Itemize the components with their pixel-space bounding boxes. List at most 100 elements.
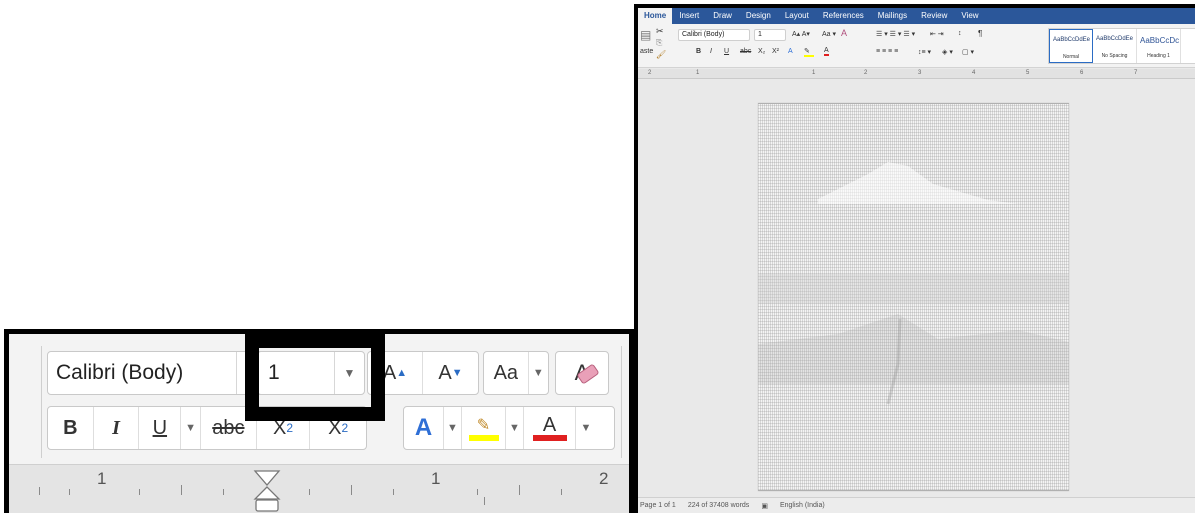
group-divider xyxy=(41,346,42,458)
language-indicator[interactable]: English (India) xyxy=(780,502,825,509)
zoomed-font-panel: Calibri (Body) ▼ 1 ▼ A ▲ A ▼ Aa ▼ B I U … xyxy=(4,329,634,513)
italic-label: I xyxy=(112,416,120,439)
underline-label: U xyxy=(152,416,168,439)
change-case-label: Aa xyxy=(493,361,519,384)
chevron-down-icon[interactable]: ▼ xyxy=(506,407,524,449)
change-case-icon[interactable]: Aa ▾ xyxy=(822,30,836,38)
superscript-icon[interactable]: X² xyxy=(772,48,779,55)
ruler-label: 2 xyxy=(648,70,652,76)
strikethrough-icon[interactable]: abc xyxy=(740,48,751,55)
style-preview: AaBbCcDc xyxy=(1140,36,1180,45)
copy-icon[interactable]: ⎘ xyxy=(656,38,662,48)
word-window: Home Insert Draw Design Layout Reference… xyxy=(634,4,1195,513)
cut-icon[interactable]: ✂ xyxy=(656,26,664,37)
horizontal-ruler[interactable]: 2 1 1 2 3 4 5 6 7 xyxy=(638,69,1195,79)
ruler-label: 4 xyxy=(972,70,976,76)
sort-icon[interactable]: ↕ xyxy=(958,30,962,37)
superscript-digit: 2 xyxy=(341,421,349,435)
ruler-label: 1 xyxy=(812,70,816,76)
paste-icon[interactable]: ▤ xyxy=(640,28,651,42)
tab-layout[interactable]: Layout xyxy=(778,8,816,24)
word-count[interactable]: 224 of 37408 words xyxy=(688,502,750,509)
bold-button[interactable]: B xyxy=(48,407,94,449)
style-name: Heading 1 xyxy=(1147,53,1170,59)
ruler-label: 6 xyxy=(1080,70,1084,76)
zoomed-ruler[interactable]: 1 1 2 xyxy=(9,464,629,513)
style-name: No Spacing xyxy=(1101,53,1128,59)
bold-label: B xyxy=(63,416,78,439)
chevron-down-icon[interactable]: ▼ xyxy=(529,352,548,394)
text-effects-icon[interactable]: A xyxy=(788,48,793,55)
underline-button[interactable]: U xyxy=(139,407,182,449)
styles-gallery: AaBbCcDdEe Normal AaBbCcDdEe No Spacing … xyxy=(1048,28,1195,64)
zoomed-ribbon: Calibri (Body) ▼ 1 ▼ A ▲ A ▼ Aa ▼ B I U … xyxy=(9,334,629,464)
shrink-font-label: A xyxy=(438,361,452,384)
chevron-down-icon[interactable]: ▼ xyxy=(576,407,596,449)
font-name-dropdown[interactable]: Calibri (Body) ▼ xyxy=(47,351,267,395)
tab-references[interactable]: References xyxy=(816,8,871,24)
status-bar: Page 1 of 1 224 of 37408 words ▣ English… xyxy=(638,497,1195,513)
font-color-icon[interactable]: A xyxy=(824,47,829,56)
group-divider xyxy=(621,346,622,458)
chevron-down-icon[interactable]: ▼ xyxy=(181,407,202,449)
font-size-dropdown[interactable]: 1 xyxy=(754,29,786,41)
align-icons[interactable]: ≡ ≡ ≡ ≡ xyxy=(876,48,898,55)
document-page[interactable] xyxy=(758,103,1069,491)
eraser-icon: A xyxy=(556,352,608,394)
style-no-spacing[interactable]: AaBbCcDdEe No Spacing xyxy=(1093,29,1137,63)
subscript-icon[interactable]: X₂ xyxy=(758,48,765,55)
tab-draw[interactable]: Draw xyxy=(706,8,739,24)
caret-down-icon: ▼ xyxy=(451,367,463,379)
indent-icon[interactable]: ⇤ ⇥ xyxy=(930,30,944,38)
text-effects-label: A xyxy=(414,414,433,441)
borders-icon[interactable]: ▢ ▾ xyxy=(962,48,974,56)
style-name: Normal xyxy=(1062,54,1080,60)
ruler-label: 5 xyxy=(1026,70,1030,76)
italic-icon[interactable]: I xyxy=(710,48,712,55)
ascii-art-image xyxy=(758,162,1069,405)
highlight-color-button[interactable]: ✎ xyxy=(462,407,506,449)
ruler-label: 2 xyxy=(864,70,868,76)
underline-icon[interactable]: U xyxy=(724,48,729,55)
ruler-label: 1 xyxy=(431,469,441,488)
page-count[interactable]: Page 1 of 1 xyxy=(640,502,676,509)
clear-formatting-button[interactable]: A xyxy=(555,351,609,395)
caret-up-icon: ▲ xyxy=(396,367,408,379)
change-case-icon: Aa xyxy=(484,352,529,394)
strikethrough-label: abc xyxy=(212,416,245,439)
tab-review[interactable]: Review xyxy=(914,8,954,24)
bold-icon[interactable]: B xyxy=(696,48,701,55)
bullets-icon[interactable]: ☰ ▾ ☰ ▾ ☰ ▾ xyxy=(876,30,915,38)
clear-formatting-icon[interactable]: A xyxy=(841,28,847,38)
tab-home[interactable]: Home xyxy=(638,8,673,24)
line-spacing-icon[interactable]: ↕≡ ▾ xyxy=(918,48,931,56)
tab-insert[interactable]: Insert xyxy=(672,8,706,24)
paragraph-mark-icon[interactable]: ¶ xyxy=(978,29,982,38)
shrink-font-button[interactable]: A ▼ xyxy=(423,352,478,394)
color-buttons-group: A ▼ ✎ ▼ A ▼ xyxy=(403,406,615,450)
proofing-icon[interactable]: ▣ xyxy=(761,502,768,510)
change-case-button[interactable]: Aa ▼ xyxy=(483,351,549,395)
indent-marker-icon[interactable] xyxy=(253,469,283,513)
ruler-label: 2 xyxy=(599,469,609,488)
highlighter-icon[interactable]: ✎ xyxy=(804,47,814,57)
paste-label[interactable]: aste xyxy=(640,48,653,55)
font-name-value: Calibri (Body) xyxy=(56,361,184,384)
style-normal[interactable]: AaBbCcDdEe Normal xyxy=(1049,29,1093,63)
ruler-label: 1 xyxy=(97,469,107,488)
format-painter-icon[interactable]: 🖌 xyxy=(656,50,666,59)
font-name-dropdown[interactable]: Calibri (Body) xyxy=(678,29,750,41)
text-effects-button[interactable]: A xyxy=(404,407,444,449)
shading-icon[interactable]: ◈ ▾ xyxy=(942,48,953,56)
tab-mailings[interactable]: Mailings xyxy=(871,8,914,24)
grow-font-icon[interactable]: A▴ A▾ xyxy=(792,30,810,38)
tab-view[interactable]: View xyxy=(954,8,985,24)
ruler-label: 7 xyxy=(1134,70,1138,76)
font-color-button[interactable]: A xyxy=(524,407,576,449)
italic-button[interactable]: I xyxy=(94,407,140,449)
ruler-label: 1 xyxy=(696,70,700,76)
chevron-down-icon[interactable]: ▼ xyxy=(444,407,462,449)
style-heading-1[interactable]: AaBbCcDc Heading 1 xyxy=(1137,29,1181,63)
tab-design[interactable]: Design xyxy=(739,8,778,24)
ribbon-tabs: Home Insert Draw Design Layout Reference… xyxy=(638,8,1195,24)
